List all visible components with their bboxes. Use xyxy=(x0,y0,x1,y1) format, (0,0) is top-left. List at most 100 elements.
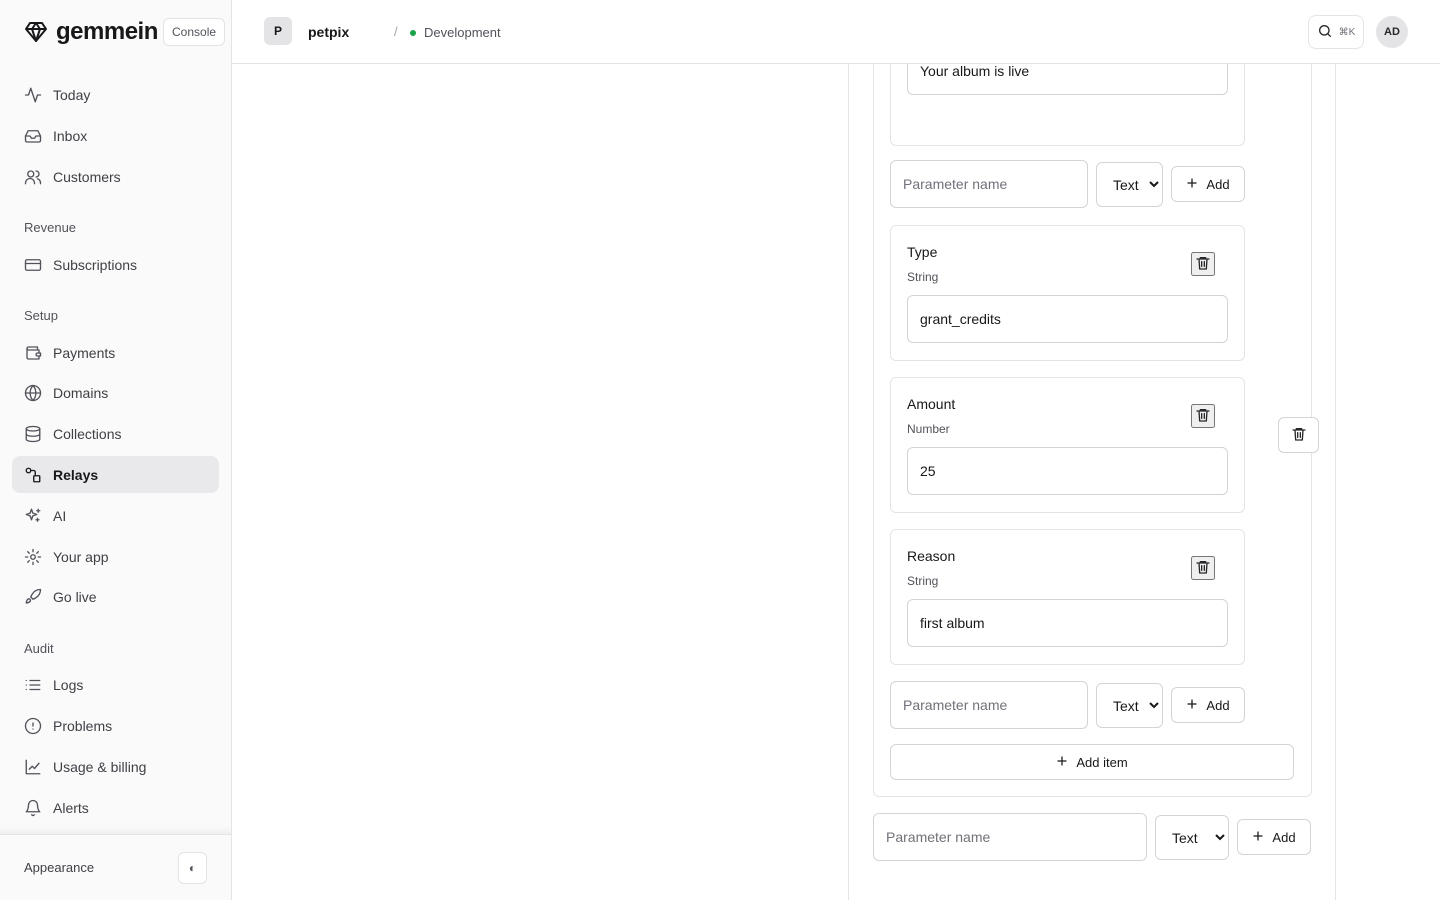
environment-selector[interactable]: Development xyxy=(410,25,501,40)
database-icon xyxy=(24,425,42,443)
sidebar-item-your-app[interactable]: Your app xyxy=(12,538,219,575)
sidebar-item-collections[interactable]: Collections xyxy=(12,415,219,452)
brand-name: gemmein xyxy=(56,18,158,45)
rocket-icon xyxy=(24,588,42,606)
plus-icon xyxy=(1252,830,1264,845)
appearance-label: Appearance xyxy=(24,860,95,875)
list-icon xyxy=(24,676,42,694)
sidebar-item-today[interactable]: Today xyxy=(12,76,219,113)
trash-icon xyxy=(1195,559,1211,578)
field-card-reason: Reason String xyxy=(890,529,1245,665)
settings-icon xyxy=(24,548,42,566)
sidebar-item-label: Logs xyxy=(53,676,84,693)
activity-icon xyxy=(24,86,42,104)
add-item-label: Add item xyxy=(1076,754,1128,770)
parameter-type-select[interactable]: Text xyxy=(1155,815,1229,860)
section-label-audit: Audit xyxy=(24,641,54,656)
wallet-icon xyxy=(24,344,42,362)
sidebar: gemmein Console Today Inbox Customers Re… xyxy=(0,0,232,900)
plus-icon xyxy=(1186,177,1198,192)
sidebar-item-ai[interactable]: AI xyxy=(12,497,219,534)
sidebar-item-label: Subscriptions xyxy=(53,256,138,273)
field-card-message: String xyxy=(890,64,1245,146)
sidebar-item-usage-billing[interactable]: Usage & billing xyxy=(12,748,219,785)
top-header: P petpix / Development ⌘K AD xyxy=(232,0,1440,64)
credit-card-icon xyxy=(24,256,42,274)
sidebar-item-label: Usage & billing xyxy=(53,758,147,775)
sidebar-item-logs[interactable]: Logs xyxy=(12,666,219,703)
add-parameter-button[interactable]: Add xyxy=(1171,687,1245,723)
field-value-input[interactable] xyxy=(907,599,1228,647)
item-card: String Text Add Type String Amount Numbe… xyxy=(873,64,1319,797)
delete-field-button[interactable] xyxy=(1191,556,1215,580)
environment-label: Development xyxy=(424,25,501,40)
add-label: Add xyxy=(1206,697,1230,713)
add-parameter-button[interactable]: Add xyxy=(1171,166,1245,202)
parameter-name-input[interactable] xyxy=(890,160,1088,208)
contrast-icon: ◐ xyxy=(188,861,197,875)
sidebar-item-inbox[interactable]: Inbox xyxy=(12,117,219,154)
parameter-name-input[interactable] xyxy=(890,681,1088,729)
sidebar-item-subscriptions[interactable]: Subscriptions xyxy=(12,246,219,283)
theme-toggle-button[interactable]: ◐ xyxy=(178,852,207,884)
field-value-input[interactable] xyxy=(907,295,1228,343)
add-parameter-button[interactable]: Add xyxy=(1237,819,1311,855)
add-label: Add xyxy=(1206,176,1230,192)
sidebar-footer: Appearance ◐ xyxy=(0,834,231,900)
sparkles-icon xyxy=(24,507,42,525)
sidebar-item-alerts[interactable]: Alerts xyxy=(12,789,219,826)
delete-field-button[interactable] xyxy=(1191,252,1215,276)
field-type: String xyxy=(907,270,939,284)
project-avatar[interactable]: P xyxy=(264,17,292,45)
field-title: Reason xyxy=(907,548,956,564)
delete-field-button[interactable] xyxy=(1191,404,1215,428)
user-avatar[interactable]: AD xyxy=(1376,16,1408,48)
field-title: Type xyxy=(907,244,938,260)
sidebar-item-label: Customers xyxy=(53,168,121,185)
sidebar-item-problems[interactable]: Problems xyxy=(12,707,219,744)
sidebar-item-label: Relays xyxy=(53,466,99,483)
sidebar-item-label: Today xyxy=(53,86,91,103)
globe-icon xyxy=(24,384,42,402)
delete-item-button[interactable] xyxy=(1278,417,1319,453)
trash-icon xyxy=(1195,407,1211,426)
brand[interactable]: gemmein xyxy=(24,16,158,48)
parameter-type-select[interactable]: Text xyxy=(1096,683,1163,728)
plus-icon xyxy=(1186,698,1198,713)
sidebar-item-label: Your app xyxy=(53,548,109,565)
field-value-input[interactable] xyxy=(907,64,1228,95)
trash-icon xyxy=(1291,426,1307,445)
parameter-type-select[interactable]: Text xyxy=(1096,162,1163,207)
parameter-name-input[interactable] xyxy=(873,813,1147,861)
console-badge: Console xyxy=(163,18,226,46)
sidebar-item-label: AI xyxy=(53,507,67,524)
sidebar-item-label: Domains xyxy=(53,384,109,401)
chart-icon xyxy=(24,758,42,776)
sidebar-item-customers[interactable]: Customers xyxy=(12,158,219,195)
sidebar-item-label: Problems xyxy=(53,717,113,734)
bell-icon xyxy=(24,799,42,817)
relay-icon xyxy=(24,466,42,484)
search-icon xyxy=(1317,23,1333,42)
sidebar-item-domains[interactable]: Domains xyxy=(12,374,219,411)
project-name[interactable]: petpix xyxy=(308,24,349,40)
field-value-input[interactable] xyxy=(907,447,1228,495)
inbox-icon xyxy=(24,127,42,145)
sidebar-item-relays[interactable]: Relays xyxy=(12,456,219,493)
field-card-amount: Amount Number xyxy=(890,377,1245,513)
section-label-setup: Setup xyxy=(24,308,58,323)
field-type: Number xyxy=(907,422,950,436)
sidebar-item-go-live[interactable]: Go live xyxy=(12,578,219,615)
users-icon xyxy=(24,168,42,186)
sidebar-item-payments[interactable]: Payments xyxy=(12,334,219,371)
add-item-button[interactable]: Add item xyxy=(890,744,1294,780)
search-button[interactable]: ⌘K xyxy=(1308,15,1364,49)
field-card-type: Type String xyxy=(890,225,1245,361)
search-shortcut: ⌘K xyxy=(1338,26,1356,38)
gem-logo-icon xyxy=(24,20,48,44)
field-type: String xyxy=(907,574,939,588)
sidebar-item-label: Go live xyxy=(53,588,97,605)
sidebar-item-label: Payments xyxy=(53,344,116,361)
section-label-revenue: Revenue xyxy=(24,220,77,235)
trash-icon xyxy=(1195,255,1211,274)
